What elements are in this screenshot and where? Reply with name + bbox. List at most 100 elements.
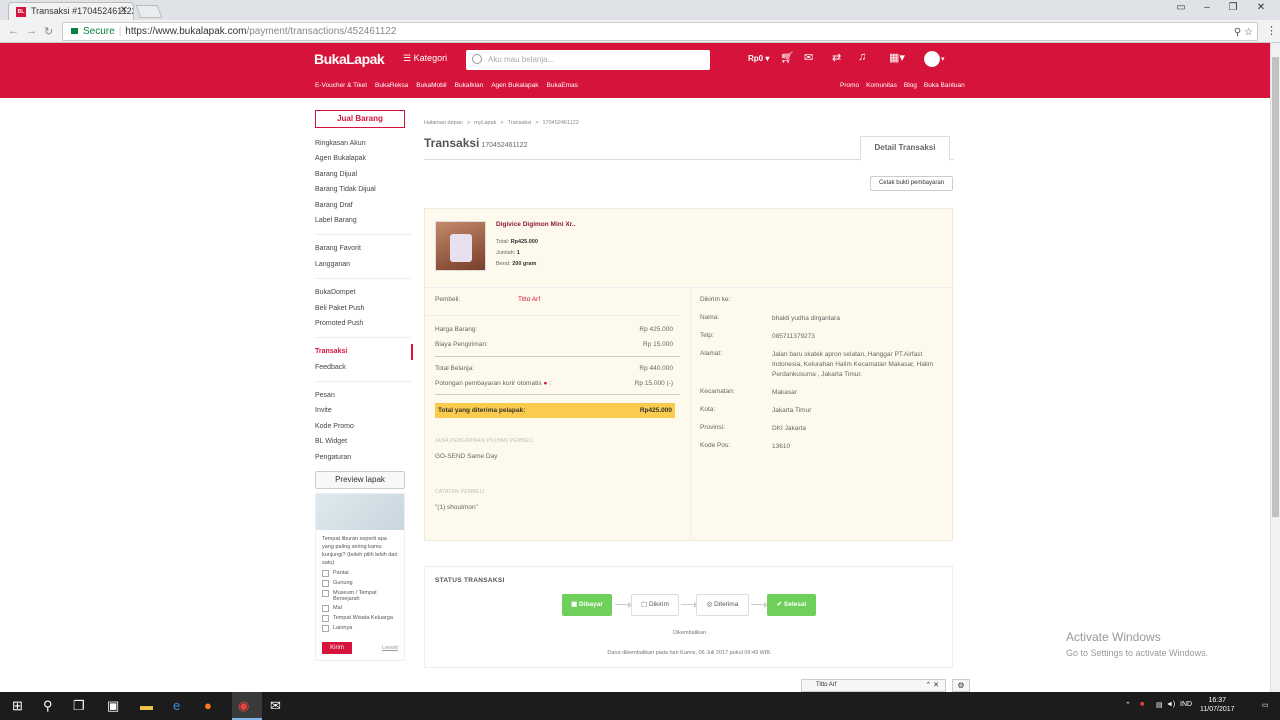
value: Jalan baru skatek apron selatan, Hanggar…: [772, 351, 934, 378]
subnav-link[interactable]: Buka Bantuan: [924, 82, 965, 89]
checkbox[interactable]: [322, 580, 329, 588]
subnav-link[interactable]: Promo: [840, 82, 859, 89]
help-icon[interactable]: ●: [543, 380, 547, 387]
chrome-icon[interactable]: ◉: [238, 698, 249, 714]
survey-option[interactable]: Gunung: [322, 580, 398, 588]
status-step-diterima: ◎ Diterima: [696, 594, 749, 616]
minimize-icon[interactable]: –: [1194, 0, 1220, 16]
language-indicator[interactable]: IND: [1180, 701, 1192, 708]
checkbox[interactable]: [322, 625, 329, 633]
browser-tab[interactable]: BL Transaksi #170452461122 ✕: [8, 2, 134, 20]
checkbox[interactable]: [322, 570, 329, 578]
file-explorer-icon[interactable]: ▬: [140, 698, 153, 714]
sidebar-item[interactable]: BL Widget: [315, 434, 412, 449]
user-icon[interactable]: ▭: [1168, 0, 1194, 16]
survey-option[interactable]: Tempat Wisata Keluarga: [322, 615, 398, 623]
network-icon[interactable]: ▤: [1156, 701, 1163, 709]
preview-lapak-button[interactable]: Preview lapak: [315, 471, 405, 490]
cart-icon[interactable]: 🛒︎: [780, 51, 794, 64]
sidebar-item[interactable]: Beli Paket Push: [315, 301, 412, 316]
survey-option[interactable]: Pantai: [322, 570, 398, 578]
close-window-icon[interactable]: ✕: [1248, 0, 1274, 16]
survey-submit-button[interactable]: Kirim: [322, 642, 352, 655]
product-image[interactable]: [435, 221, 486, 271]
checkbox[interactable]: [322, 615, 329, 623]
store-icon[interactable]: ▣: [107, 698, 119, 714]
subnav-link[interactable]: Blog: [904, 82, 917, 89]
survey-option[interactable]: Museum / Tempat Bersejarah: [322, 590, 398, 602]
chat-icon[interactable]: ✉︎: [804, 51, 813, 64]
site-logo[interactable]: BukaLapak: [314, 51, 385, 67]
survey-skip-link[interactable]: Lewati: [382, 645, 398, 651]
subnav-link[interactable]: BukaIklan: [455, 82, 484, 89]
chevron-down-icon[interactable]: ▾: [941, 55, 945, 63]
avatar[interactable]: [924, 51, 940, 67]
subnav-link[interactable]: BukaReksa: [375, 82, 408, 89]
survey-option[interactable]: Mal: [322, 605, 398, 613]
tray-chevron-icon[interactable]: ⌃: [1125, 701, 1131, 709]
sidebar-item[interactable]: Pesan: [315, 388, 412, 403]
edge-icon[interactable]: e: [173, 698, 180, 714]
system-clock[interactable]: 16:37 11/07/2017: [1200, 696, 1235, 714]
reload-icon[interactable]: ↻: [44, 25, 53, 38]
tray-app-icon[interactable]: ■: [1140, 701, 1144, 708]
tab-detail-transaksi[interactable]: Detail Transaksi: [860, 136, 950, 161]
subnav-link[interactable]: BukaMobil: [416, 82, 446, 89]
subnav-link[interactable]: Komunitas: [866, 82, 897, 89]
firefox-icon[interactable]: ●: [204, 698, 212, 714]
chat-settings-icon[interactable]: ⚙: [952, 679, 970, 692]
new-tab-button[interactable]: [135, 5, 163, 18]
product-name-link[interactable]: Digivice Digimon Mini Xr..: [496, 221, 575, 228]
checkbox[interactable]: [322, 590, 329, 598]
sidebar-item[interactable]: Kode Promo: [315, 419, 412, 434]
breadcrumb-link[interactable]: Halaman depan: [424, 120, 463, 126]
sidebar-item[interactable]: Barang Dijual: [315, 167, 412, 182]
sidebar-item[interactable]: Promoted Push: [315, 316, 412, 331]
sidebar-item[interactable]: Label Barang: [315, 213, 412, 228]
sidebar-item[interactable]: Barang Draf: [315, 198, 412, 213]
forward-icon[interactable]: →: [26, 25, 37, 37]
checkbox[interactable]: [322, 605, 329, 613]
balance-dropdown[interactable]: Rp0 ▾: [748, 54, 769, 63]
page-scrollbar[interactable]: [1270, 43, 1280, 692]
sidebar-item-transaksi[interactable]: Transaksi: [315, 344, 412, 359]
back-icon[interactable]: ←: [8, 25, 19, 37]
print-receipt-button[interactable]: Cetak bukti pembayaran: [870, 176, 953, 191]
sell-item-button[interactable]: Jual Barang: [315, 110, 405, 128]
sidebar-item[interactable]: Invite: [315, 403, 412, 418]
notifications-icon[interactable]: ▭: [1262, 701, 1269, 709]
chat-close-icon[interactable]: ⌃ ✕: [925, 681, 939, 689]
zoom-star-icons[interactable]: ⚲ ☆: [1234, 24, 1253, 41]
subnav-link[interactable]: BukaEmas: [547, 82, 578, 89]
chat-window-tab[interactable]: Titto Arf ⌃ ✕: [801, 679, 946, 692]
sidebar-item[interactable]: Pengaturan: [315, 450, 412, 465]
notification-icon[interactable]: ♫: [858, 51, 866, 63]
subnav-link[interactable]: E-Voucher & Tiket: [315, 82, 367, 89]
close-tab-icon[interactable]: ✕: [120, 5, 128, 16]
breadcrumb-link[interactable]: myLapak: [474, 120, 496, 126]
breadcrumb-link[interactable]: Transaksi: [508, 120, 532, 126]
url-input[interactable]: Secure | https://www.bukalapak.com/payment…: [62, 22, 1258, 41]
restore-icon[interactable]: ❐: [1220, 0, 1246, 16]
sidebar-item[interactable]: Barang Favorit: [315, 241, 412, 256]
search-input[interactable]: Aku mau belanja...: [466, 50, 710, 70]
subnav-link[interactable]: Agen Bukalapak: [491, 82, 538, 89]
sidebar-item[interactable]: Ringkasan Akun: [315, 136, 412, 151]
mail-icon[interactable]: ✉: [270, 698, 281, 714]
sidebar-item[interactable]: Agen Bukalapak: [315, 151, 412, 166]
survey-option[interactable]: Lainnya: [322, 625, 398, 633]
sidebar-item[interactable]: Langganan: [315, 257, 412, 272]
windows-start-icon[interactable]: ⊞: [12, 698, 23, 714]
task-view-icon[interactable]: ❐: [73, 698, 85, 714]
value: Jakarta Timur: [772, 407, 812, 414]
store-icon[interactable]: ▦▾: [889, 51, 905, 64]
kategori-menu[interactable]: ☰ Kategori: [403, 53, 447, 64]
buyer-link[interactable]: Titto Arf: [518, 296, 540, 303]
sidebar-item[interactable]: BukaDompet: [315, 285, 412, 300]
menu-icon[interactable]: ⋮: [1266, 24, 1277, 37]
volume-icon[interactable]: ◄): [1166, 701, 1175, 708]
sidebar-item[interactable]: Barang Tidak Dijual: [315, 182, 412, 197]
sidebar-item[interactable]: Feedback: [315, 360, 412, 375]
transfer-icon[interactable]: ⇄: [832, 51, 841, 64]
search-icon[interactable]: ⚲: [43, 698, 53, 714]
